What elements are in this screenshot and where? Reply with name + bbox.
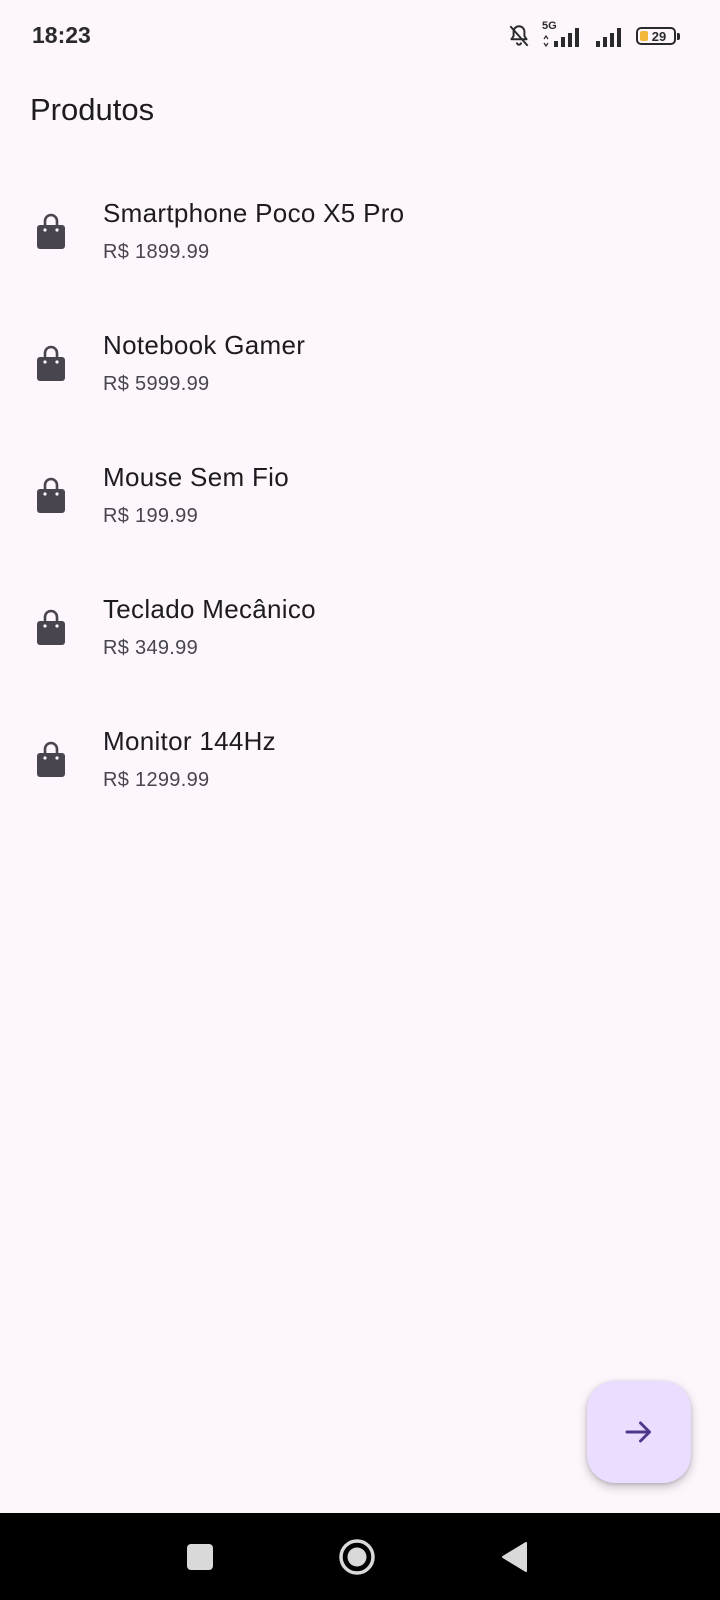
- product-name: Mouse Sem Fio: [103, 462, 289, 492]
- product-price: R$ 199.99: [103, 505, 198, 527]
- list-item[interactable]: Smartphone Poco X5 Pro R$ 1899.99: [0, 168, 720, 300]
- list-item[interactable]: Teclado Mecânico R$ 349.99: [0, 564, 720, 696]
- page-title: Produtos: [30, 92, 155, 127]
- status-time: 18:23: [32, 22, 91, 48]
- product-price: R$ 1299.99: [103, 769, 210, 791]
- signal-5g-icon: 5G: [542, 20, 584, 49]
- product-price: R$ 1899.99: [103, 241, 210, 263]
- next-fab-button[interactable]: [587, 1381, 691, 1483]
- recents-button[interactable]: [176, 1533, 224, 1581]
- product-list: Smartphone Poco X5 Pro R$ 1899.99 Notebo…: [0, 168, 720, 828]
- battery-level: 29: [651, 28, 667, 44]
- battery-cap: [677, 33, 680, 40]
- list-item[interactable]: Monitor 144Hz R$ 1299.99: [0, 696, 720, 828]
- shopping-bag-icon: [36, 345, 66, 383]
- back-triangle-icon: [500, 1541, 528, 1573]
- list-item[interactable]: Notebook Gamer R$ 5999.99: [0, 300, 720, 432]
- shopping-bag-icon: [36, 213, 66, 251]
- signal-icon: [594, 23, 626, 49]
- product-name: Notebook Gamer: [103, 330, 306, 360]
- bell-off-icon: [506, 23, 532, 49]
- product-name: Monitor 144Hz: [103, 726, 276, 756]
- shopping-bag-icon: [36, 609, 66, 647]
- product-name: Teclado Mecânico: [103, 594, 316, 624]
- product-price: R$ 5999.99: [103, 373, 210, 395]
- home-button[interactable]: [333, 1533, 381, 1581]
- battery-icon: 29: [636, 27, 680, 45]
- status-bar: 18:23 5G 29: [0, 0, 720, 72]
- shopping-bag-icon: [36, 477, 66, 515]
- list-item[interactable]: Mouse Sem Fio R$ 199.99: [0, 432, 720, 564]
- product-price: R$ 349.99: [103, 637, 198, 659]
- shopping-bag-icon: [36, 741, 66, 779]
- product-name: Smartphone Poco X5 Pro: [103, 198, 405, 228]
- battery-fill: [640, 31, 648, 41]
- recents-square-icon: [186, 1543, 214, 1571]
- back-button[interactable]: [490, 1533, 538, 1581]
- home-circle-icon: [338, 1538, 376, 1576]
- system-nav-bar: [0, 1513, 720, 1600]
- arrow-forward-icon: [621, 1414, 657, 1450]
- status-icons: 5G 29: [506, 20, 680, 50]
